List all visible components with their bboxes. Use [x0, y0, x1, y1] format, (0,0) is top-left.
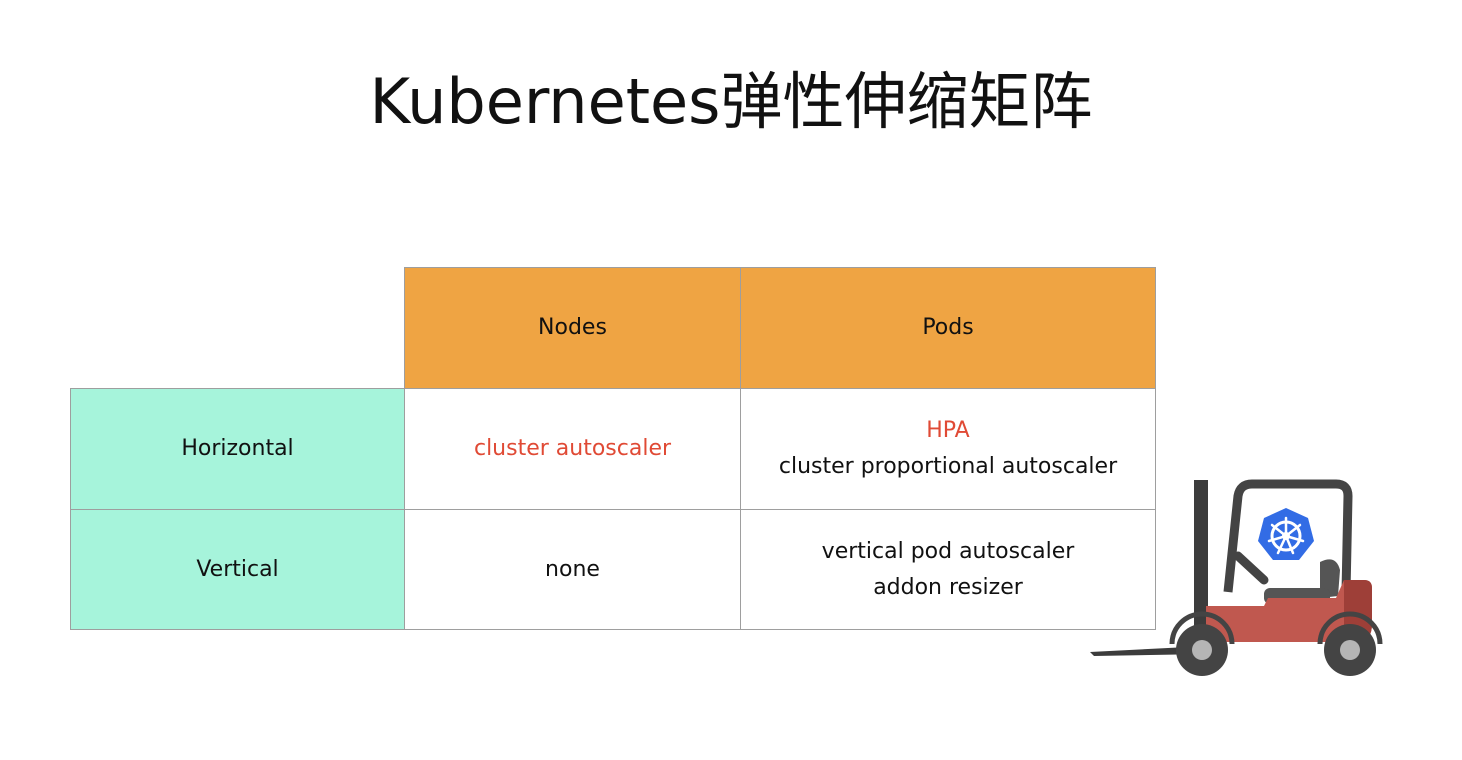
column-header-nodes: Nodes	[404, 267, 741, 389]
row-header-label: Horizontal	[181, 436, 294, 461]
cell-horizontal-nodes: cluster autoscaler	[404, 388, 741, 510]
cell-text: none	[545, 556, 600, 582]
column-header-pods: Pods	[740, 267, 1156, 389]
cell-text-highlight: HPA	[926, 418, 970, 443]
kubernetes-forklift-icon	[1090, 479, 1383, 676]
scaling-matrix-table: Nodes Pods Horizontal cluster autoscaler…	[70, 267, 1156, 630]
column-header-label: Pods	[922, 315, 974, 340]
row-header-horizontal: Horizontal	[70, 388, 405, 510]
row-header-label: Vertical	[196, 556, 279, 582]
cell-text: cluster proportional autoscaler	[778, 454, 1118, 479]
cell-text: vertical pod autoscaler	[821, 538, 1075, 564]
cell-text-highlight: cluster autoscaler	[473, 436, 672, 461]
row-header-vertical: Vertical	[70, 509, 405, 630]
cell-vertical-nodes: none	[404, 509, 741, 630]
slide-title: Kubernetes弹性伸缩矩阵	[369, 65, 1093, 138]
column-header-label: Nodes	[538, 315, 607, 340]
cell-text: addon resizer	[873, 574, 1023, 600]
